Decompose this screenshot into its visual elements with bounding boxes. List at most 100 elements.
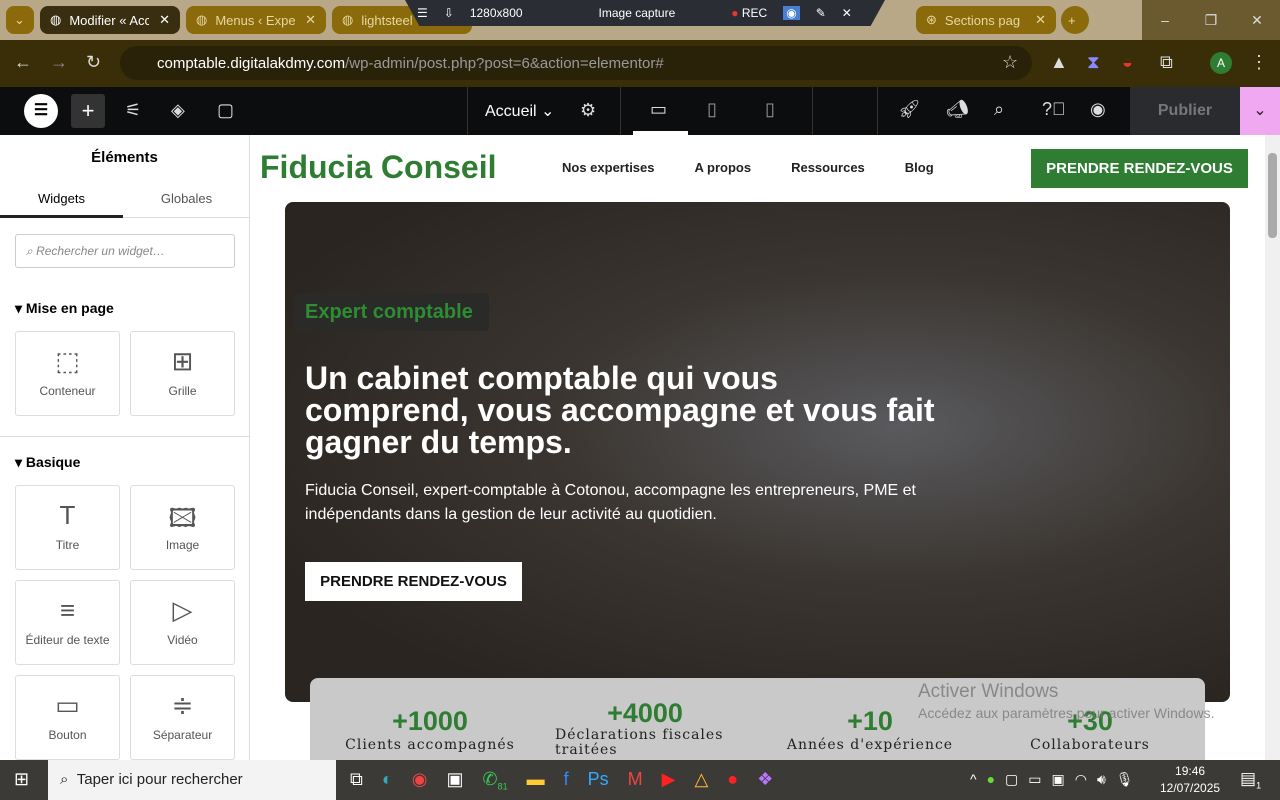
pin-icon[interactable]: ⇩ bbox=[444, 6, 454, 20]
widget-separateur[interactable]: ≑ Séparateur bbox=[130, 675, 235, 760]
widget-conteneur[interactable]: ⬚ Conteneur bbox=[15, 331, 120, 416]
bookmark-star-icon[interactable]: ☆ bbox=[1002, 52, 1018, 73]
file-explorer-icon[interactable]: ▬ bbox=[527, 769, 545, 792]
globe-icon: ◍ bbox=[196, 12, 208, 27]
nav-expertises[interactable]: Nos expertises bbox=[562, 160, 655, 175]
close-window-button[interactable]: ✕ bbox=[1234, 0, 1280, 40]
drive-icon[interactable]: △ bbox=[694, 769, 708, 792]
youtube-icon[interactable]: ▶ bbox=[662, 769, 676, 792]
whats-new-icon[interactable]: 📣︎ bbox=[946, 99, 969, 120]
elementor-logo[interactable]: ☰ bbox=[24, 94, 58, 128]
chrome-icon[interactable]: ◉ bbox=[412, 769, 428, 792]
widget-video[interactable]: ▷ Vidéo bbox=[130, 580, 235, 665]
preview-eye-icon[interactable]: ◉ bbox=[1090, 99, 1106, 120]
widget-grille[interactable]: ⊞ Grille bbox=[130, 331, 235, 416]
gmail-icon[interactable]: M bbox=[628, 769, 643, 792]
tab[interactable]: ◍ Menus ‹ Expert ✕ bbox=[186, 6, 326, 34]
widget-editeur-texte[interactable]: ≡ Éditeur de texte bbox=[15, 580, 120, 665]
volume-icon[interactable]: 🔊︎ bbox=[1097, 771, 1106, 788]
tab-active[interactable]: ◍Modifier « Accueil✕ bbox=[40, 6, 180, 34]
section-toggle-basique[interactable]: ▾ Basique bbox=[15, 454, 80, 471]
facebook-icon[interactable]: f bbox=[564, 769, 569, 792]
camera-icon[interactable]: ◉ bbox=[783, 6, 800, 20]
site-logo[interactable]: Fiducia Conseil bbox=[260, 149, 496, 186]
edge-icon[interactable]: ◐ bbox=[382, 769, 393, 792]
mobile-view-icon[interactable]: ▯ bbox=[765, 99, 775, 120]
search-icon[interactable]: ⌕ bbox=[994, 99, 1004, 120]
url-input[interactable]: comptable.digitalakdmy.com/wp-admin/post… bbox=[120, 46, 1032, 80]
page-settings-gear-icon[interactable]: ⚙ bbox=[580, 100, 596, 121]
store-icon[interactable]: ▣ bbox=[446, 769, 463, 792]
whatsapp-icon[interactable]: ✆81 bbox=[482, 769, 507, 792]
canvas-scrollbar[interactable] bbox=[1265, 135, 1280, 760]
hero-cta-button[interactable]: PRENDRE RENDEZ-VOUS bbox=[305, 562, 522, 601]
back-icon[interactable]: ← bbox=[14, 52, 32, 73]
tray-icon[interactable]: ● bbox=[987, 771, 995, 788]
close-tab-icon[interactable]: ✕ bbox=[159, 12, 170, 28]
publish-button[interactable]: Publier bbox=[1130, 87, 1240, 135]
extensions-puzzle-icon[interactable]: ⧉ bbox=[1160, 52, 1173, 73]
forward-icon[interactable]: → bbox=[50, 52, 68, 73]
profile-avatar[interactable]: A bbox=[1210, 52, 1232, 74]
mic-icon[interactable]: 🎙︎ bbox=[1116, 771, 1134, 788]
wifi-icon[interactable]: ◠ bbox=[1075, 771, 1087, 788]
photoshop-icon[interactable]: Ps bbox=[588, 769, 609, 792]
task-view-icon[interactable]: ⧉ bbox=[350, 769, 363, 792]
close-tab-icon[interactable]: ✕ bbox=[1035, 12, 1046, 28]
minimize-button[interactable]: – bbox=[1142, 0, 1188, 40]
capture-toolbar: ☰ ⇩ 1280x800 Image capture ● REC ◉ ✎ ✕ bbox=[405, 0, 885, 26]
header-cta-button[interactable]: PRENDRE RENDEZ-VOUS bbox=[1031, 149, 1248, 188]
comments-icon[interactable]: ▢ bbox=[217, 100, 234, 121]
reload-icon[interactable]: ↻ bbox=[86, 52, 101, 73]
video-icon: ▷ bbox=[172, 595, 193, 625]
rec-button[interactable]: ● REC bbox=[731, 6, 767, 20]
section-toggle-mise-en-page[interactable]: ▾ Mise en page bbox=[15, 300, 114, 317]
tablet-view-icon[interactable]: ▯ bbox=[707, 99, 717, 120]
page-select[interactable]: Accueil ⌄ bbox=[485, 101, 554, 121]
stat-item: +4000 Déclarations fiscales traitées bbox=[555, 698, 724, 758]
tray-chevron-icon[interactable]: ^ bbox=[970, 771, 977, 788]
menu-icon[interactable]: ☰ bbox=[417, 6, 428, 20]
copilot-icon[interactable]: ❖ bbox=[757, 769, 773, 792]
widget-bouton[interactable]: ▭ Bouton bbox=[15, 675, 120, 760]
widget-image[interactable]: 🖾 Image bbox=[130, 485, 235, 570]
tab-globales[interactable]: Globales bbox=[123, 183, 250, 218]
recorder-icon[interactable]: ● bbox=[727, 769, 738, 792]
tray-icon[interactable]: ▢ bbox=[1005, 771, 1018, 788]
rocket-icon[interactable]: 🚀︎ bbox=[898, 99, 921, 120]
publish-options-chevron[interactable]: ⌄ bbox=[1240, 87, 1280, 135]
battery-icon[interactable]: ▭ bbox=[1028, 771, 1041, 788]
close-icon[interactable]: ✕ bbox=[842, 6, 852, 20]
panel-title: Éléments bbox=[91, 149, 158, 166]
nav-ressources[interactable]: Ressources bbox=[791, 160, 865, 175]
clock[interactable]: 19:46 12/07/2025 bbox=[1160, 763, 1220, 797]
extension-icon[interactable]: ▲ bbox=[1050, 52, 1068, 73]
elementor-topbar: ☰ + ⚟ ◈ ▢ Accueil ⌄ ⚙ ▭ ▯ ▯ 🚀︎ 📣︎ ⌕ ?⃝ ◉… bbox=[0, 87, 1280, 135]
nav-blog[interactable]: Blog bbox=[905, 160, 934, 175]
settings-sliders-icon[interactable]: ⚟ bbox=[125, 100, 141, 121]
tab-search-button[interactable]: ⌄ bbox=[6, 6, 34, 34]
desktop-view-icon[interactable]: ▭ bbox=[650, 99, 667, 120]
nav-a-propos[interactable]: A propos bbox=[695, 160, 752, 175]
tray-icon[interactable]: ▣ bbox=[1052, 771, 1065, 788]
pen-icon[interactable]: ✎ bbox=[816, 6, 826, 20]
start-button[interactable]: ⊞ bbox=[14, 769, 29, 790]
more-menu-icon[interactable]: ⋮ bbox=[1250, 52, 1268, 73]
restore-button[interactable]: ❐ bbox=[1188, 0, 1234, 40]
layers-icon[interactable]: ◈ bbox=[171, 100, 185, 121]
widget-search-input[interactable]: ⌕ Rechercher un widget… bbox=[15, 234, 235, 268]
extension-icon[interactable]: ◒ bbox=[1122, 52, 1133, 73]
notifications-icon[interactable]: ▤1 bbox=[1240, 769, 1261, 790]
new-tab-button[interactable]: + bbox=[1061, 6, 1089, 34]
widget-titre[interactable]: T Titre bbox=[15, 485, 120, 570]
extension-icon[interactable]: ⧗ bbox=[1087, 52, 1100, 73]
help-icon[interactable]: ?⃝ bbox=[1042, 99, 1066, 120]
tab-widgets[interactable]: Widgets bbox=[0, 183, 123, 218]
windows-taskbar: ⊞ ⌕ Taper ici pour rechercher ⧉ ◐ ◉ ▣ ✆81 ▬ f P… bbox=[0, 760, 1280, 800]
globe-icon: ◍ bbox=[342, 12, 354, 27]
text-editor-icon: ≡ bbox=[59, 595, 76, 625]
add-element-button[interactable]: + bbox=[71, 94, 105, 128]
tab[interactable]: ⊛ Sections page ✕ bbox=[916, 6, 1056, 34]
close-tab-icon[interactable]: ✕ bbox=[305, 12, 316, 28]
taskbar-search-input[interactable]: ⌕ Taper ici pour rechercher bbox=[48, 760, 336, 800]
